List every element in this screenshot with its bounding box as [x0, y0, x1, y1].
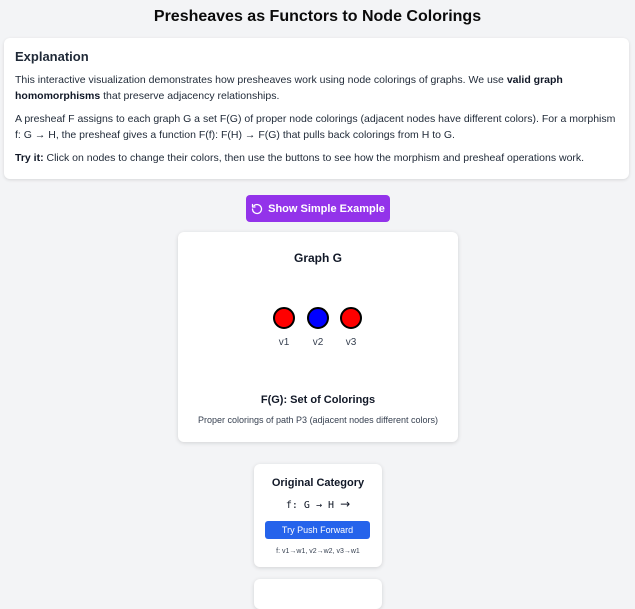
node-label-v2: v2 — [312, 337, 324, 348]
explanation-p1-tail: that preserve adjacency relationships. — [100, 90, 280, 102]
graph-node-v1[interactable] — [273, 307, 295, 329]
morphism-mapping: f: v1→w1, v2→w2, v3→w1 — [276, 548, 360, 555]
fg-set-description: Proper colorings of path P3 (adjacent no… — [198, 415, 438, 425]
explanation-heading: Explanation — [15, 49, 89, 64]
explanation-paragraph-2: A presheaf F assigns to each graph G a s… — [15, 113, 616, 141]
morphism-text: f: G → H — [285, 500, 335, 511]
node-label-v3: v3 — [345, 337, 357, 348]
morphism-label: f: G → H → — [254, 497, 382, 511]
graph-node-v3[interactable] — [340, 307, 362, 329]
explanation-card: Explanation This interactive visualizati… — [4, 38, 629, 179]
show-simple-example-button[interactable]: Show Simple Example — [246, 195, 390, 222]
explanation-paragraph-1: This interactive visualization demonstra… — [15, 72, 618, 104]
graph-node-v2[interactable] — [307, 307, 329, 329]
rotate-ccw-icon — [251, 203, 263, 215]
graph-g-title: Graph G — [293, 251, 342, 265]
page-title: Presheaves as Functors to Node Colorings — [153, 8, 482, 25]
show-simple-example-label: Show Simple Example — [268, 202, 385, 215]
original-category-title: Original Category — [271, 477, 365, 489]
arrow-right-icon: → — [340, 497, 351, 511]
try-it-label: Try it: — [15, 152, 44, 164]
node-label-v1: v1 — [278, 337, 290, 348]
original-category-card: Original Category f: G → H → Try Push Fo… — [254, 464, 382, 567]
explanation-p1-text: This interactive visualization demonstra… — [15, 74, 507, 86]
graph-g-card: Graph G v1 v2 v3 F(G): Set of Colorings … — [178, 232, 458, 442]
next-card — [254, 579, 382, 609]
try-push-forward-button[interactable]: Try Push Forward — [265, 521, 370, 539]
explanation-paragraph-3: Try it: Click on nodes to change their c… — [15, 150, 618, 166]
fg-set-title: F(G): Set of Colorings — [260, 394, 376, 406]
try-it-text: Click on nodes to change their colors, t… — [43, 152, 585, 164]
